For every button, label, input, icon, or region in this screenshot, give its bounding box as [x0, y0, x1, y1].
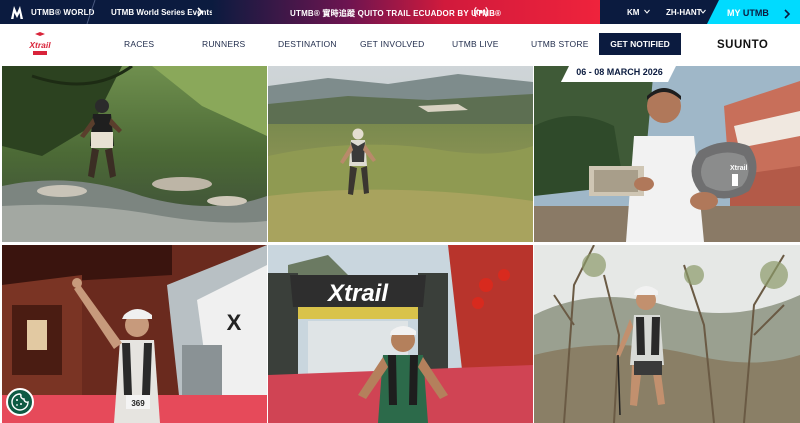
- nav-utmb-live[interactable]: UTMB LIVE: [452, 39, 499, 49]
- suunto-logo[interactable]: SUUNTO: [717, 39, 768, 51]
- cookie-settings-button[interactable]: [6, 388, 34, 416]
- trophy-logo-text: Xtrail: [730, 165, 748, 172]
- photo-finisher-with-trophy[interactable]: Xtrail: [534, 66, 800, 242]
- live-tracking-text[interactable]: UTMB® 實時追蹤 QUITO TRAIL ECUADOR BY UTMB®: [290, 8, 501, 19]
- photo-runner-trail-dry-trees[interactable]: [534, 245, 800, 423]
- live-broadcast-icon: [474, 6, 488, 18]
- nav-destination[interactable]: DESTINATION: [278, 39, 337, 49]
- finish-arch-banner: Xtrail: [326, 280, 389, 307]
- top-bar: UTMB® WORLD UTMB World Series Events UTM…: [0, 0, 800, 28]
- unit-selector[interactable]: KM: [627, 8, 639, 17]
- event-logo-text: Xtrail: [28, 40, 51, 50]
- cookie-icon: [11, 393, 29, 411]
- photo-runner-grassland-valley[interactable]: [268, 66, 533, 242]
- nav-get-involved[interactable]: GET INVOLVED: [360, 39, 424, 49]
- get-notified-button[interactable]: GET NOTIFIED: [599, 33, 681, 55]
- event-dates: 06 - 08 MARCH 2026: [576, 67, 663, 77]
- language-selector[interactable]: ZH-HANT: [666, 8, 702, 17]
- chevron-right-icon: [197, 7, 204, 17]
- my-utmb-label: MY UTMB: [727, 8, 769, 18]
- chevron-down-icon: [700, 9, 706, 14]
- main-nav: Xtrail RACES RUNNERS DESTINATION GET INV…: [0, 24, 800, 64]
- x-mark: X: [227, 310, 242, 335]
- chevron-down-icon: [644, 9, 650, 14]
- live-tracking-banner[interactable]: UTMB® 實時追蹤 QUITO TRAIL ECUADOR BY UTMB®: [212, 0, 600, 24]
- bib-number: 369: [131, 399, 145, 408]
- photo-runner-finish-arch[interactable]: Xtrail: [268, 245, 533, 423]
- photo-runner-forest-stream[interactable]: [2, 66, 267, 242]
- photo-gallery: Xtrail X 369 Xtrail 06 - 08 MARCH 2026: [0, 66, 800, 423]
- xtrail-logo-icon[interactable]: Xtrail: [27, 31, 53, 59]
- nav-runners[interactable]: RUNNERS: [202, 39, 245, 49]
- nav-utmb-store[interactable]: UTMB STORE: [531, 39, 589, 49]
- event-dates-badge: 06 - 08 MARCH 2026: [561, 62, 678, 82]
- chevron-right-icon: [784, 9, 791, 19]
- divider: [86, 0, 96, 24]
- utmb-logo-icon[interactable]: [10, 4, 24, 20]
- photo-runner-celebrating-finish[interactable]: X 369: [2, 245, 267, 423]
- nav-races[interactable]: RACES: [124, 39, 154, 49]
